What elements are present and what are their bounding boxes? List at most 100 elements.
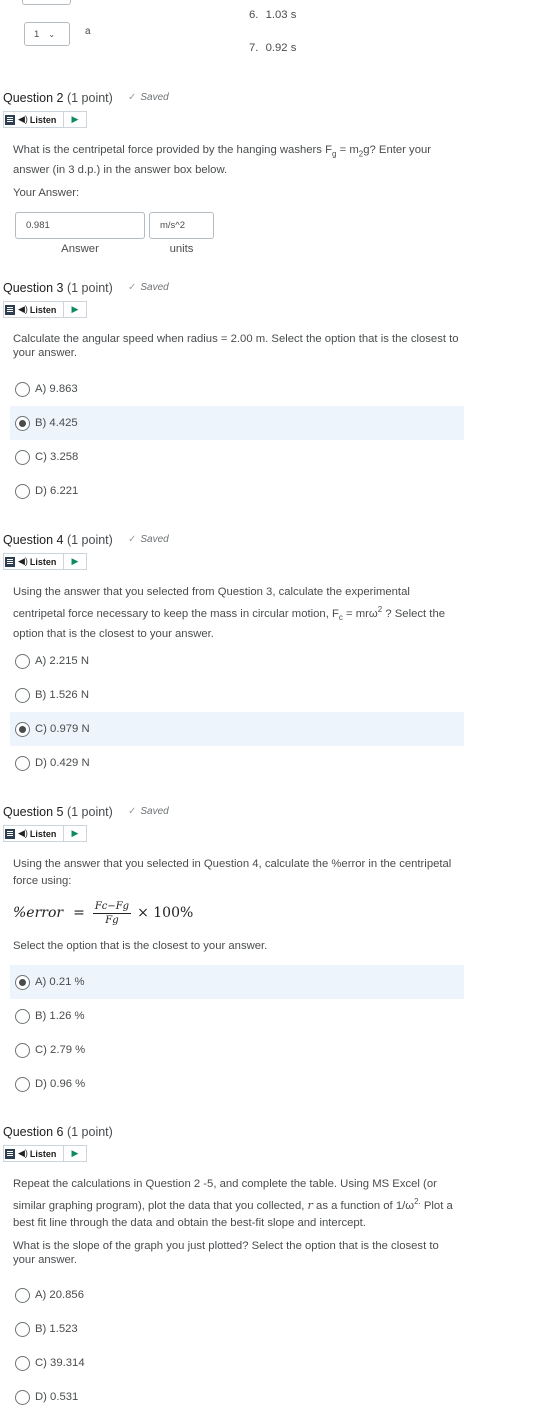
radio-button[interactable]	[15, 1076, 30, 1092]
option-label: B) 4.425	[35, 417, 78, 429]
question-points: (1 point)	[66, 1125, 113, 1139]
play-icon[interactable]: ▶	[63, 1146, 86, 1161]
check-icon: ✓	[128, 282, 137, 293]
radio-button[interactable]	[15, 381, 30, 397]
listen-label: Listen	[29, 114, 57, 125]
document-icon	[5, 304, 15, 315]
radio-button[interactable]	[15, 483, 30, 499]
radio-button[interactable]	[15, 415, 30, 431]
answer-input[interactable]: 0.981	[15, 212, 145, 239]
radio-button[interactable]	[15, 653, 30, 669]
formula-rhs: × 100%	[137, 905, 194, 921]
saved-status: ✓ Saved	[128, 806, 169, 817]
question-points: (1 point)	[66, 281, 113, 295]
listen-button[interactable]: ◀) Listen ▶	[3, 111, 87, 128]
option-a[interactable]: A) 9.863	[10, 372, 464, 406]
question-6-header: Question 6 (1 point)	[3, 1125, 113, 1139]
option-d[interactable]: D) 6.221	[10, 474, 464, 508]
play-icon[interactable]: ▶	[63, 826, 86, 841]
option-label: B) 1.523	[35, 1323, 78, 1335]
radio-button[interactable]	[15, 1042, 30, 1058]
option-b[interactable]: B) 1.523	[10, 1312, 464, 1346]
play-icon[interactable]: ▶	[63, 302, 86, 317]
radio-button[interactable]	[15, 1008, 30, 1024]
listen-label: Listen	[29, 1148, 57, 1159]
question-points: (1 point)	[66, 533, 113, 547]
radio-button[interactable]	[15, 755, 30, 771]
option-label: A) 9.863	[35, 383, 78, 395]
option-c[interactable]: C) 0.979 N	[10, 712, 464, 746]
option-label: A) 20.856	[35, 1289, 84, 1301]
document-icon	[5, 114, 15, 125]
units-caption: units	[169, 243, 194, 255]
listen-button[interactable]: ◀) Listen ▶	[3, 553, 87, 570]
option-label: C) 0.979 N	[35, 723, 90, 735]
question-title: Question 4	[3, 533, 64, 547]
formula-equals: =	[73, 905, 85, 921]
play-icon[interactable]: ▶	[63, 112, 86, 127]
blank-suffix: a	[85, 26, 91, 37]
listen-button[interactable]: ◀) Listen ▶	[3, 1145, 87, 1162]
question-points: (1 point)	[66, 91, 113, 105]
radio-button[interactable]	[15, 721, 30, 737]
error-formula: %error = Fc−Fg Fg × 100%	[13, 893, 193, 933]
listen-label: Listen	[29, 304, 57, 315]
option-b[interactable]: B) 1.26 %	[10, 999, 464, 1033]
option-d[interactable]: D) 0.96 %	[10, 1067, 464, 1101]
listen-label: Listen	[29, 828, 57, 839]
option-c[interactable]: C) 2.79 %	[10, 1033, 464, 1067]
question-5-text: Using the answer that you selected in Qu…	[13, 858, 452, 887]
saved-label: Saved	[140, 806, 169, 817]
answer-caption: Answer	[61, 243, 99, 255]
option-label: D) 0.531	[35, 1391, 79, 1403]
units-input[interactable]: m/s^2	[149, 212, 214, 239]
option-a[interactable]: A) 20.856	[10, 1278, 464, 1312]
listen-button[interactable]: ◀) Listen ▶	[3, 301, 87, 318]
option-a[interactable]: A) 0.21 %	[10, 965, 464, 999]
question-5-header: Question 5 (1 point)	[3, 805, 113, 819]
radio-button[interactable]	[15, 1287, 30, 1303]
question-title: Question 5	[3, 805, 64, 819]
speaker-icon: ◀)	[18, 556, 28, 566]
previous-answer-field-fragment	[22, 0, 71, 5]
top-list-item: 6. 1.03 s	[249, 9, 296, 21]
question-3-header: Question 3 (1 point)	[3, 281, 113, 295]
option-label: C) 39.314	[35, 1357, 85, 1369]
option-c[interactable]: C) 39.314	[10, 1346, 464, 1380]
formula-lhs: %error	[13, 905, 64, 921]
listen-button[interactable]: ◀) Listen ▶	[3, 825, 87, 842]
formula-fraction: Fc−Fg Fg	[92, 900, 132, 926]
option-a[interactable]: A) 2.215 N	[10, 644, 464, 678]
saved-label: Saved	[140, 92, 169, 103]
check-icon: ✓	[128, 92, 137, 103]
radio-button[interactable]	[15, 1389, 30, 1405]
option-label: D) 6.221	[35, 485, 79, 497]
list-text: 1.03 s	[265, 9, 297, 21]
formula-denominator: Fg	[105, 914, 119, 926]
play-icon[interactable]: ▶	[63, 554, 86, 569]
formula-numerator: Fc−Fg	[92, 900, 132, 914]
option-label: A) 0.21 %	[35, 976, 85, 988]
radio-button[interactable]	[15, 449, 30, 465]
question-points: (1 point)	[66, 805, 113, 819]
radio-button[interactable]	[15, 687, 30, 703]
list-number: 7.	[249, 42, 259, 54]
question-6-prompt: What is the slope of the graph you just …	[13, 1240, 439, 1266]
option-b[interactable]: B) 4.425	[10, 406, 464, 440]
question-title: Question 3	[3, 281, 64, 295]
speaker-icon: ◀)	[18, 1148, 28, 1158]
option-d[interactable]: D) 0.531	[10, 1380, 464, 1414]
option-b[interactable]: B) 1.526 N	[10, 678, 464, 712]
blank-select[interactable]: 1 ⌄	[24, 22, 70, 46]
saved-status: ✓ Saved	[128, 92, 169, 103]
document-icon	[5, 556, 15, 567]
listen-label: Listen	[29, 556, 57, 567]
radio-button[interactable]	[15, 1321, 30, 1337]
option-d[interactable]: D) 0.429 N	[10, 746, 464, 780]
radio-button[interactable]	[15, 1355, 30, 1371]
saved-label: Saved	[140, 534, 169, 545]
radio-button[interactable]	[15, 974, 30, 990]
question-5-instruction: Select the option that is the closest to…	[13, 940, 268, 952]
option-c[interactable]: C) 3.258	[10, 440, 464, 474]
speaker-icon: ◀)	[18, 304, 28, 314]
